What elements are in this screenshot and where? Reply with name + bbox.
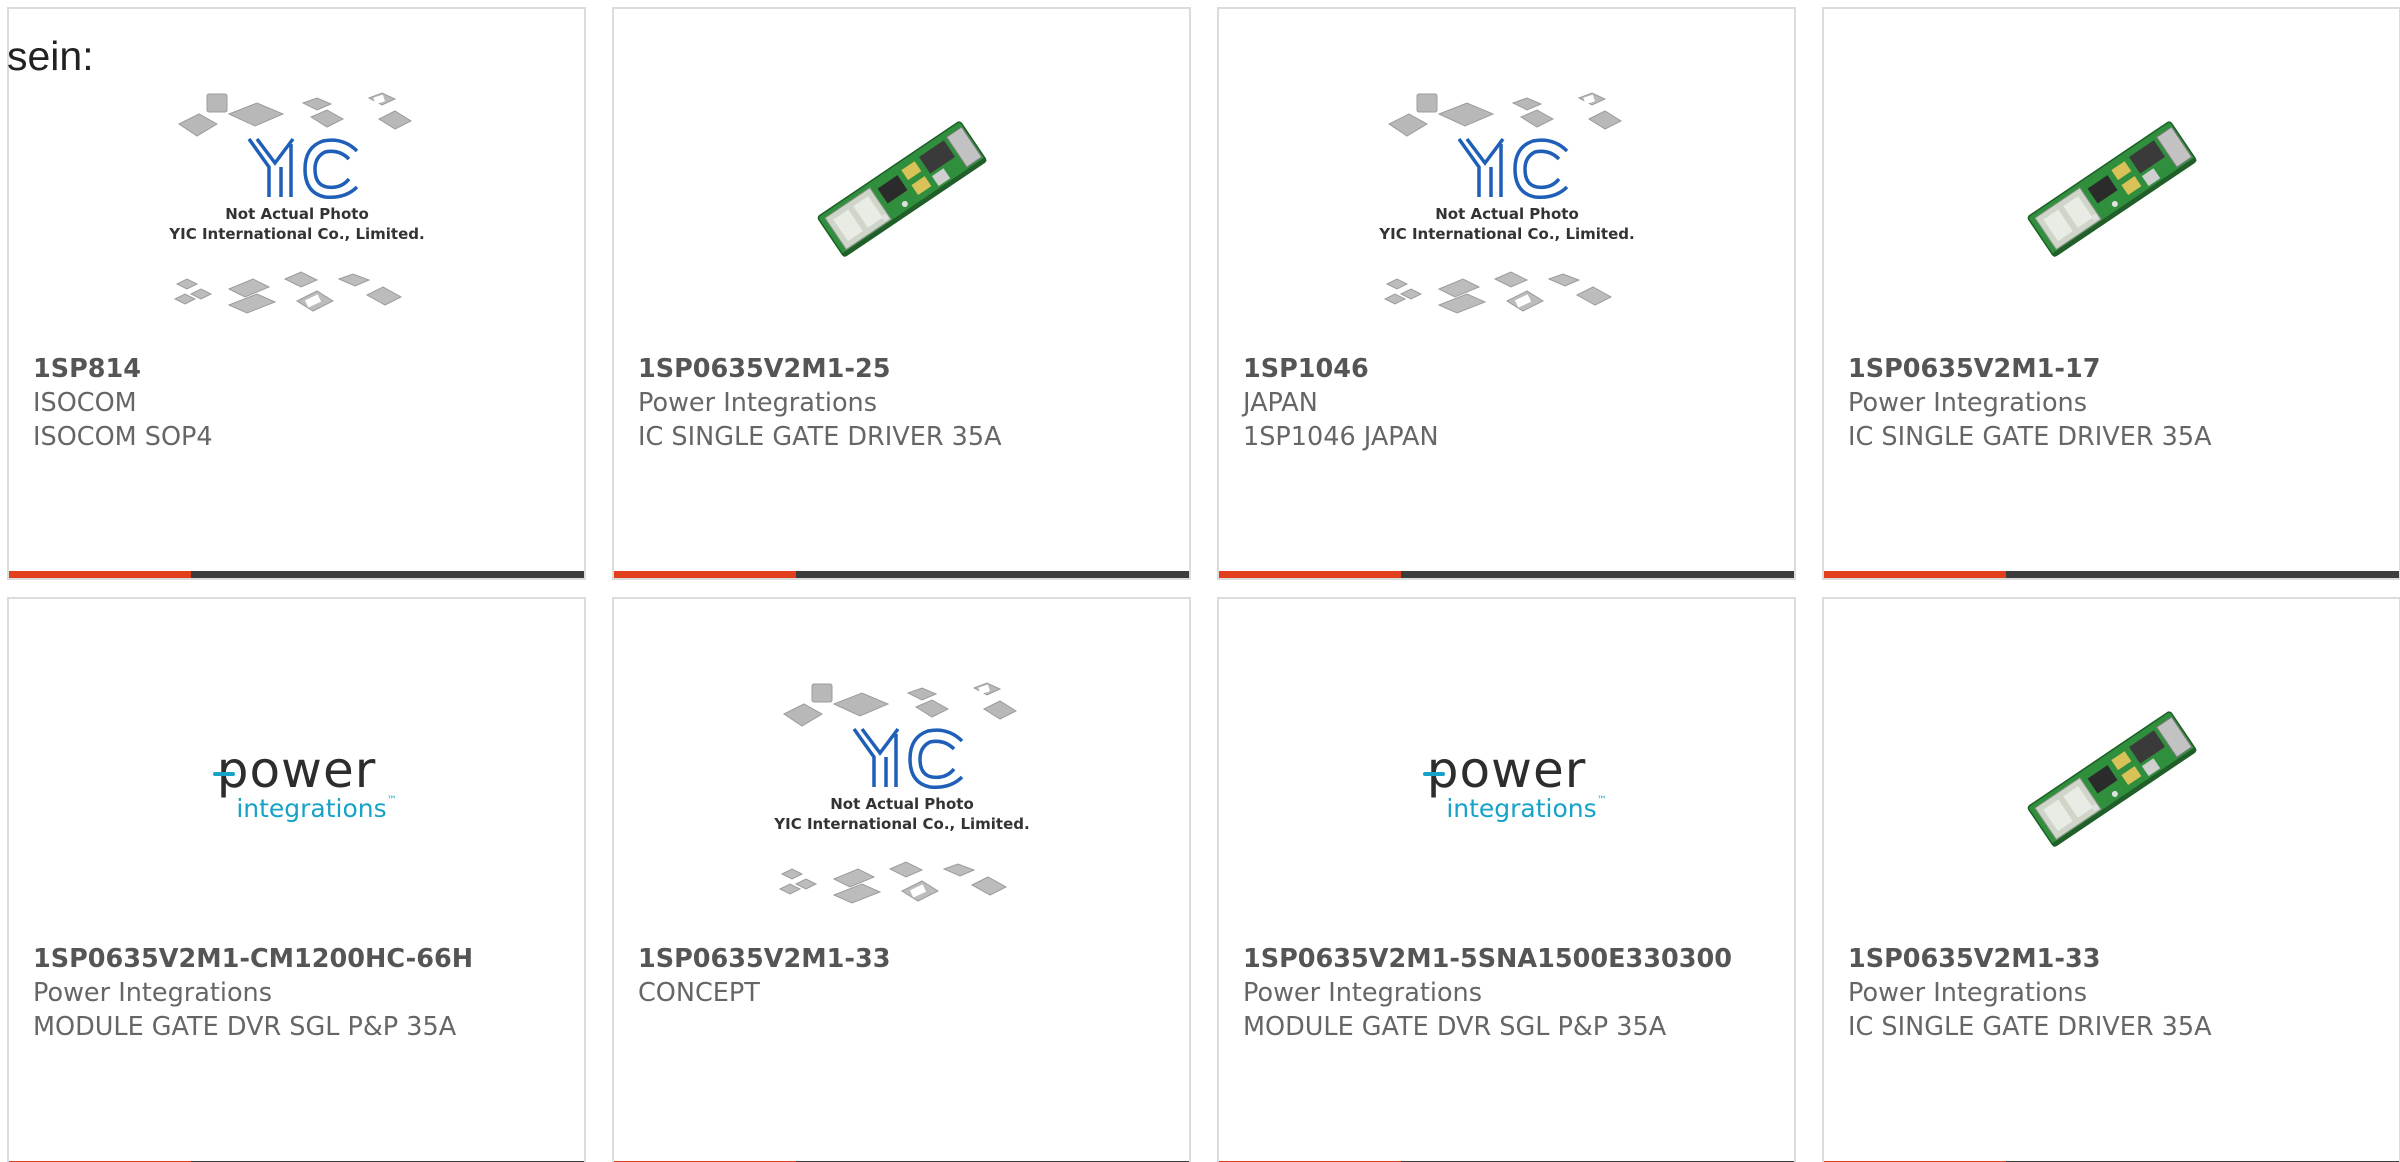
product-description: IC SINGLE GATE DRIVER 35A: [1848, 422, 2212, 452]
gate-driver-board-image: [817, 121, 987, 257]
product-photo[interactable]: power integrations™: [1219, 659, 1794, 909]
product-info: 1SP0635V2M1-CM1200HC-66H Power Integratio…: [33, 942, 572, 1044]
product-card[interactable]: Not Actual Photo YIC International Co., …: [7, 7, 586, 580]
product-part-number[interactable]: 1SP1046: [1243, 352, 1782, 386]
product-part-number[interactable]: 1SP814: [33, 352, 572, 386]
card-accent-bar: [9, 571, 584, 578]
product-manufacturer: Power Integrations: [638, 388, 878, 418]
card-accent-bar: [1824, 571, 2399, 578]
product-description: IC SINGLE GATE DRIVER 35A: [638, 422, 1002, 452]
product-photo[interactable]: [1824, 64, 2399, 314]
placeholder-caption: Not Actual Photo: [830, 795, 974, 813]
product-card[interactable]: 1SP0635V2M1-25 Power Integrations IC SINGL…: [612, 7, 1191, 580]
product-info: 1SP814 ISOCOM ISOCOM SOP4: [33, 352, 572, 454]
product-part-number[interactable]: 1SP0635V2M1-33: [638, 942, 1177, 976]
placeholder-company: YIC International Co., Limited.: [1378, 225, 1634, 243]
product-manufacturer: ISOCOM: [33, 388, 137, 418]
product-description: 1SP1046 JAPAN: [1243, 422, 1439, 452]
placeholder-caption: Not Actual Photo: [1435, 205, 1579, 223]
product-description: IC SINGLE GATE DRIVER 35A: [1848, 1012, 2212, 1042]
placeholder-company: YIC International Co., Limited.: [773, 815, 1029, 833]
product-card[interactable]: power integrations™ 1SP0635V2M1-CM1200HC…: [7, 597, 586, 1162]
placeholder-caption: Not Actual Photo: [225, 205, 369, 223]
product-grid-page: sein: Not Actual Photo YIC International…: [0, 0, 2400, 1162]
yic-placeholder-image: Not Actual Photo YIC International Co., …: [1378, 92, 1634, 314]
product-description: MODULE GATE DVR SGL P&P 35A: [33, 1012, 457, 1042]
product-part-number[interactable]: 1SP0635V2M1-25: [638, 352, 1177, 386]
product-part-number[interactable]: 1SP0635V2M1-33: [1848, 942, 2387, 976]
product-card[interactable]: 1SP0635V2M1-17 Power Integrations IC SINGL…: [1822, 7, 2400, 580]
power-integrations-logo: power integrations™: [1406, 745, 1607, 823]
placeholder-company: YIC International Co., Limited.: [168, 225, 424, 243]
product-card[interactable]: Not Actual Photo YIC International Co., …: [1217, 7, 1796, 580]
product-photo[interactable]: Not Actual Photo YIC International Co., …: [614, 679, 1189, 929]
yic-placeholder-image: Not Actual Photo YIC International Co., …: [773, 682, 1029, 904]
product-card[interactable]: 1SP0635V2M1-33 Power Integrations IC SINGL…: [1822, 597, 2400, 1162]
product-photo[interactable]: [1824, 654, 2399, 904]
clipped-text-fragment: sein:: [7, 33, 94, 79]
product-part-number[interactable]: 1SP0635V2M1-5SNA1500E330300: [1243, 942, 1782, 976]
product-manufacturer: Power Integrations: [33, 978, 273, 1008]
product-description: ISOCOM SOP4: [33, 422, 213, 452]
product-photo[interactable]: Not Actual Photo YIC International Co., …: [9, 89, 584, 339]
product-info: 1SP0635V2M1-33 CONCEPT: [638, 942, 1177, 1010]
gate-driver-board-image: [2027, 711, 2197, 847]
product-card[interactable]: power integrations™ 1SP0635V2M1-5SNA1500…: [1217, 597, 1796, 1162]
product-manufacturer: CONCEPT: [638, 978, 760, 1008]
product-part-number[interactable]: 1SP0635V2M1-17: [1848, 352, 2387, 386]
product-part-number[interactable]: 1SP0635V2M1-CM1200HC-66H: [33, 942, 572, 976]
power-integrations-logo: power integrations™: [196, 745, 397, 823]
product-manufacturer: Power Integrations: [1243, 978, 1483, 1008]
product-photo[interactable]: [614, 64, 1189, 314]
card-accent-bar: [1219, 571, 1794, 578]
product-info: 1SP0635V2M1-25 Power Integrations IC SINGL…: [638, 352, 1177, 454]
product-manufacturer: JAPAN: [1243, 388, 1318, 418]
product-manufacturer: Power Integrations: [1848, 388, 2088, 418]
product-info: 1SP1046 JAPAN 1SP1046 JAPAN: [1243, 352, 1782, 454]
gate-driver-board-image: [2027, 121, 2197, 257]
product-photo[interactable]: power integrations™: [9, 659, 584, 909]
product-manufacturer: Power Integrations: [1848, 978, 2088, 1008]
product-card[interactable]: Not Actual Photo YIC International Co., …: [612, 597, 1191, 1162]
product-description: MODULE GATE DVR SGL P&P 35A: [1243, 1012, 1667, 1042]
product-photo[interactable]: Not Actual Photo YIC International Co., …: [1219, 89, 1794, 339]
product-grid: Not Actual Photo YIC International Co., …: [7, 7, 2400, 1162]
yic-placeholder-image: Not Actual Photo YIC International Co., …: [168, 92, 424, 314]
product-info: 1SP0635V2M1-5SNA1500E330300 Power Integra…: [1243, 942, 1782, 1044]
product-info: 1SP0635V2M1-17 Power Integrations IC SINGL…: [1848, 352, 2387, 454]
product-info: 1SP0635V2M1-33 Power Integrations IC SINGL…: [1848, 942, 2387, 1044]
card-accent-bar: [614, 571, 1189, 578]
